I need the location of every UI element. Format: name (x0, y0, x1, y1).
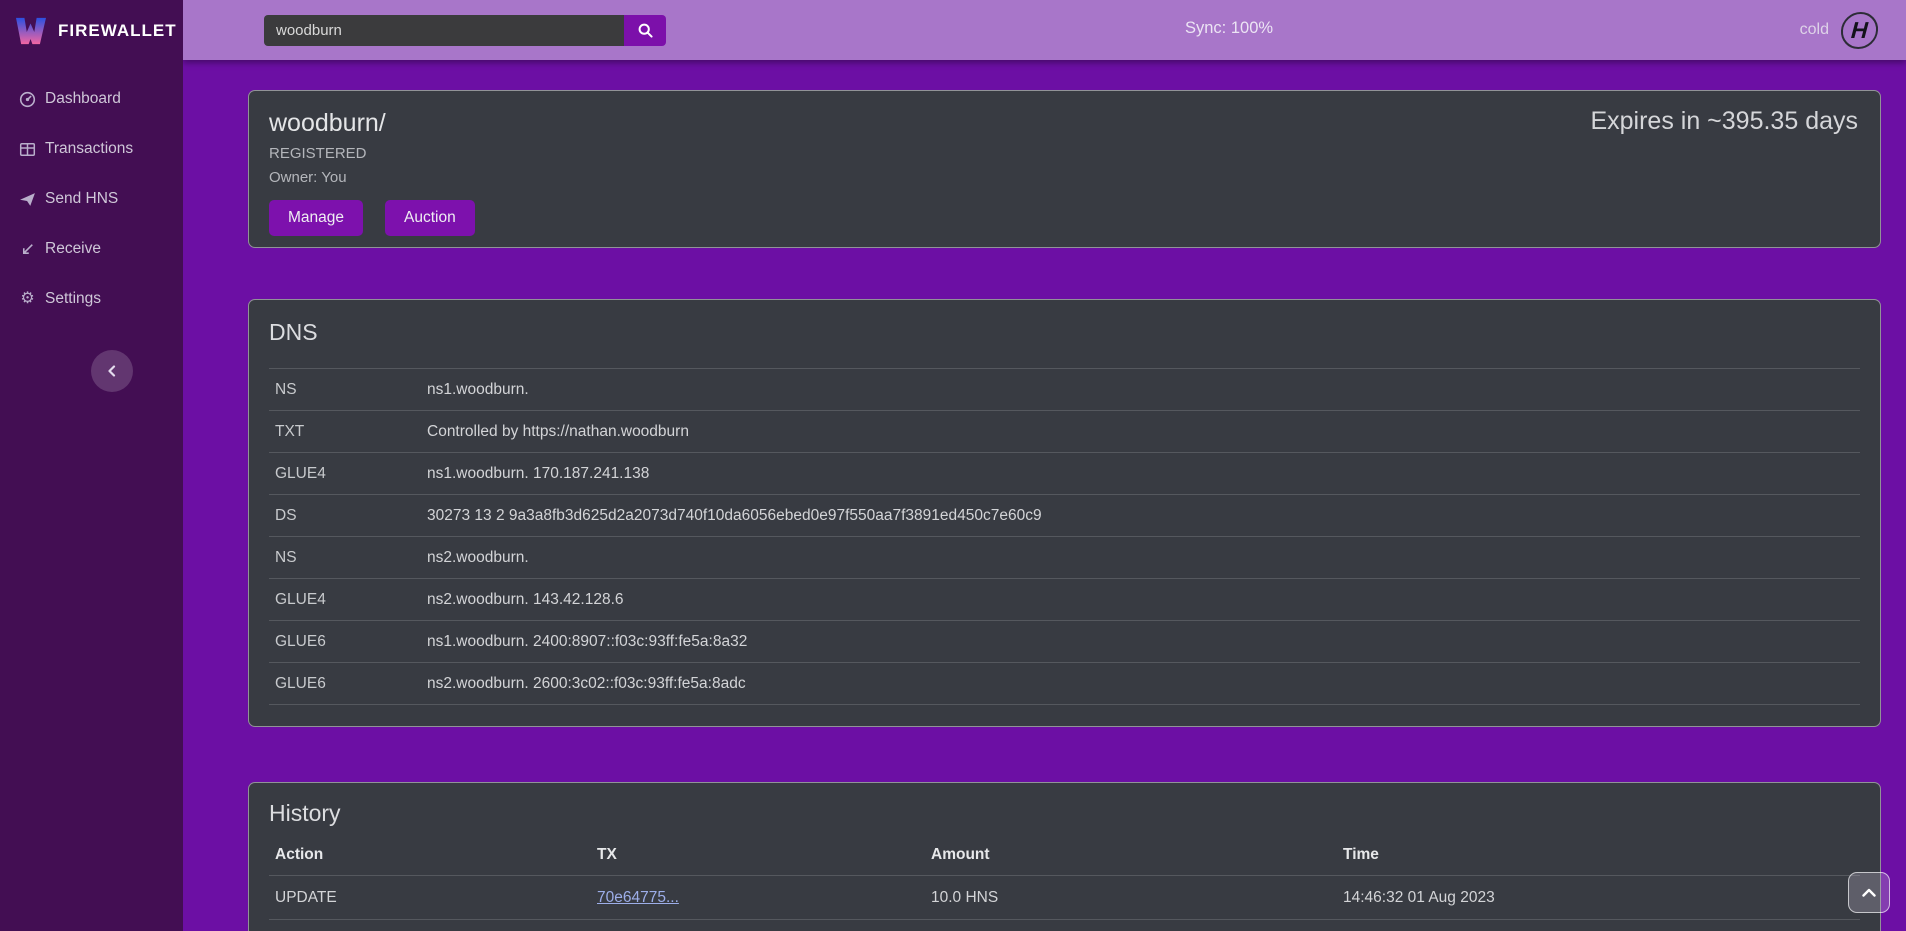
dns-record-row: NS ns2.woodburn. (269, 537, 1860, 579)
dns-record-type: GLUE4 (269, 579, 421, 621)
history-card: History Action TX Amount Time UPDATE 70e… (248, 782, 1881, 931)
scroll-to-top-button[interactable] (1848, 872, 1890, 913)
history-action: UPDATE (269, 876, 591, 920)
dns-record-value: ns2.woodburn. (421, 537, 1860, 579)
domain-owner: Owner: You (269, 169, 1860, 186)
dns-record-row: DS 30273 13 2 9a3a8fb3d625d2a2073d740f10… (269, 495, 1860, 537)
dns-record-type: TXT (269, 411, 421, 453)
dns-record-type: NS (269, 369, 421, 411)
chevron-up-icon (1862, 888, 1876, 898)
arrow-down-left-icon (19, 241, 36, 258)
sidebar-item-dashboard[interactable]: Dashboard (0, 74, 183, 124)
history-col-action: Action (269, 835, 591, 876)
sidebar-item-label: Receive (45, 240, 101, 258)
firewallet-w-logo-icon (14, 16, 48, 46)
tx-link[interactable]: 70e64775... (597, 889, 679, 906)
paper-plane-icon (19, 191, 36, 208)
history-title: History (269, 799, 1860, 827)
dns-record-type: NS (269, 537, 421, 579)
sidebar: FIREWALLET Dashboard Transactions Send H… (0, 0, 183, 931)
wallet-selector: cold H (1800, 0, 1878, 60)
sidebar-nav: Dashboard Transactions Send HNS Receive (0, 74, 183, 324)
sidebar-item-transactions[interactable]: Transactions (0, 124, 183, 174)
dns-record-value: ns1.woodburn. 170.187.241.138 (421, 453, 1860, 495)
search-button[interactable] (624, 15, 666, 46)
dns-record-value: ns1.woodburn. (421, 369, 1860, 411)
dns-record-type: GLUE6 (269, 663, 421, 705)
history-row: UPDATE 70e64775... 10.0 HNS 14:46:32 01 … (269, 876, 1860, 920)
sidebar-item-receive[interactable]: Receive (0, 224, 183, 274)
history-col-amount: Amount (925, 835, 1337, 876)
chevron-left-icon (106, 365, 118, 377)
history-table: Action TX Amount Time UPDATE 70e64775...… (269, 835, 1860, 931)
search-group (264, 15, 666, 46)
history-col-time: Time (1337, 835, 1860, 876)
history-amount: 10.0 HNS (925, 920, 1337, 931)
search-icon (637, 22, 654, 39)
dns-record-row: GLUE6 ns2.woodburn. 2600:3c02::f03c:93ff… (269, 663, 1860, 705)
history-time: 15:47:06 07 Jul 2023 (1337, 920, 1860, 931)
dns-record-type: GLUE4 (269, 453, 421, 495)
dns-card: DNS NS ns1.woodburn. TXT Controlled by h… (248, 299, 1881, 727)
search-input[interactable] (264, 15, 624, 46)
sidebar-item-send-hns[interactable]: Send HNS (0, 174, 183, 224)
dns-record-row: NS ns1.woodburn. (269, 369, 1860, 411)
sidebar-item-label: Settings (45, 290, 101, 308)
dns-record-type: GLUE6 (269, 621, 421, 663)
history-amount: 10.0 HNS (925, 876, 1337, 920)
sidebar-item-label: Transactions (45, 140, 133, 158)
topbar: Sync: 100% cold H (183, 0, 1906, 60)
gear-icon: ⚙ (19, 291, 36, 308)
sidebar-item-settings[interactable]: ⚙ Settings (0, 274, 183, 324)
dns-table: NS ns1.woodburn. TXT Controlled by https… (269, 368, 1860, 705)
history-header-row: Action TX Amount Time (269, 835, 1860, 876)
dns-record-value: 30273 13 2 9a3a8fb3d625d2a2073d740f10da6… (421, 495, 1860, 537)
sidebar-item-label: Send HNS (45, 190, 118, 208)
history-col-tx: TX (591, 835, 925, 876)
domain-status: REGISTERED (269, 145, 1860, 162)
dns-record-value: Controlled by https://nathan.woodburn (421, 411, 1860, 453)
sidebar-item-label: Dashboard (45, 90, 121, 108)
history-time: 14:46:32 01 Aug 2023 (1337, 876, 1860, 920)
handshake-h-icon[interactable]: H (1840, 12, 1880, 49)
main-content: woodburn/ REGISTERED Owner: You Manage A… (183, 60, 1906, 931)
dns-record-value: ns2.woodburn. 143.42.128.6 (421, 579, 1860, 621)
domain-card: woodburn/ REGISTERED Owner: You Manage A… (248, 90, 1881, 248)
dns-record-row: GLUE4 ns1.woodburn. 170.187.241.138 (269, 453, 1860, 495)
auction-button[interactable]: Auction (385, 200, 475, 236)
sidebar-collapse-button[interactable] (91, 350, 133, 392)
dns-record-row: GLUE6 ns1.woodburn. 2400:8907::f03c:93ff… (269, 621, 1860, 663)
brand-name: FIREWALLET (58, 21, 177, 41)
dns-record-value: ns2.woodburn. 2600:3c02::f03c:93ff:fe5a:… (421, 663, 1860, 705)
expires-label: Expires in ~395.35 days (1590, 107, 1858, 136)
dns-record-row: TXT Controlled by https://nathan.woodbur… (269, 411, 1860, 453)
manage-button[interactable]: Manage (269, 200, 363, 236)
history-row: RENEW 4fb0d217... 10.0 HNS 15:47:06 07 J… (269, 920, 1860, 931)
domain-actions: Manage Auction (269, 200, 1860, 236)
brand: FIREWALLET (0, 0, 183, 62)
wallet-name: cold (1800, 21, 1829, 39)
dns-record-row: GLUE4 ns2.woodburn. 143.42.128.6 (269, 579, 1860, 621)
history-action: RENEW (269, 920, 591, 931)
dns-record-type: DS (269, 495, 421, 537)
gauge-icon (19, 91, 36, 108)
sync-status: Sync: 100% (1185, 19, 1273, 38)
table-icon (19, 141, 36, 158)
dns-record-value: ns1.woodburn. 2400:8907::f03c:93ff:fe5a:… (421, 621, 1860, 663)
dns-title: DNS (269, 318, 1860, 346)
